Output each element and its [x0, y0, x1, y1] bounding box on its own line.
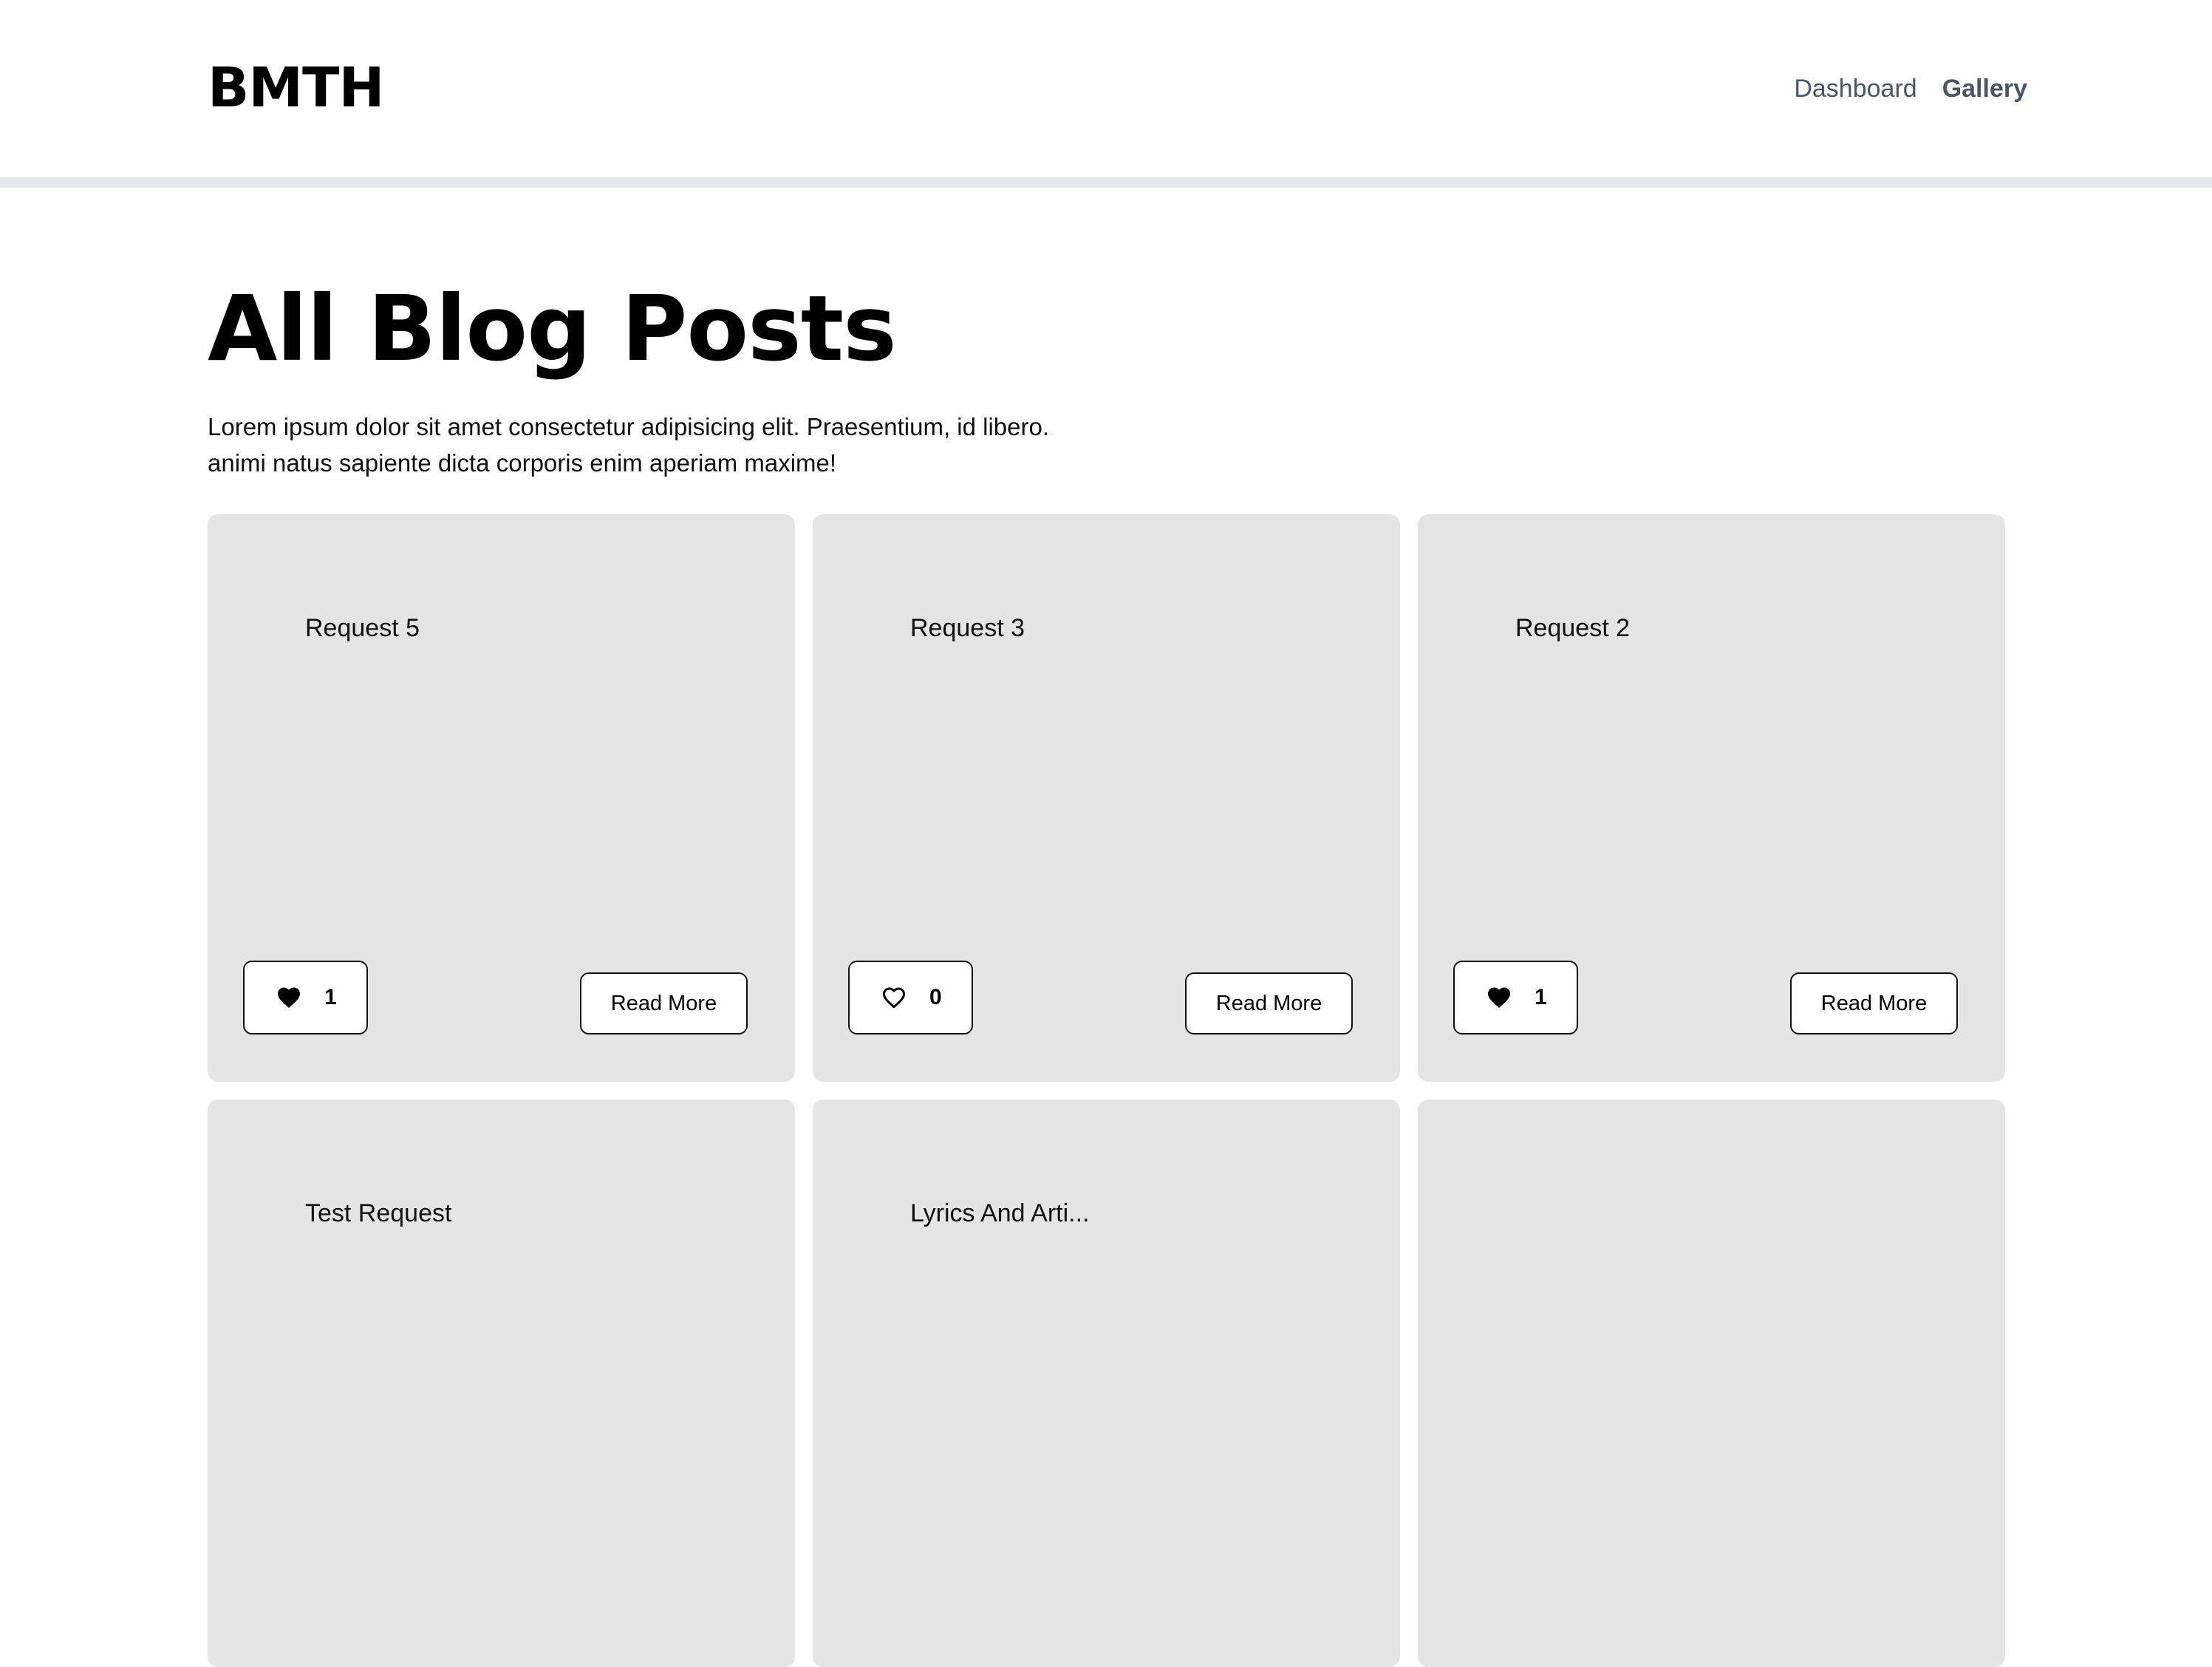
heart-filled-icon [1488, 987, 1510, 1009]
read-more-button[interactable]: Read More [1185, 972, 1353, 1034]
post-card: Lyrics And Arti... [813, 1100, 1400, 1667]
like-count: 1 [324, 985, 337, 1009]
brand-logo[interactable]: BMTH [208, 55, 384, 121]
nav-link-gallery[interactable]: Gallery [1942, 70, 2027, 107]
post-title: Request 5 [305, 614, 420, 642]
page-title: All Blog Posts [208, 276, 897, 381]
main-nav: Dashboard Gallery [1794, 70, 2027, 107]
post-card: Request 5 1 Read More [208, 514, 795, 1082]
heart-filled-icon [278, 987, 300, 1009]
page-description: Lorem ipsum dolor sit amet consectetur a… [208, 413, 1050, 477]
post-title: Lyrics And Arti... [910, 1199, 1090, 1227]
header-divider [0, 177, 2212, 188]
heart-outline-icon [883, 987, 905, 1009]
read-more-button[interactable]: Read More [580, 972, 748, 1034]
like-count: 0 [929, 985, 942, 1009]
posts-grid: Request 5 1 Read More Request 3 0 Read M… [208, 514, 2005, 1667]
post-title: Request 2 [1515, 614, 1630, 642]
post-title: Request 3 [910, 614, 1025, 642]
post-title: Test Request [305, 1199, 452, 1227]
nav-link-dashboard[interactable]: Dashboard [1794, 70, 1916, 107]
like-count: 1 [1535, 985, 1547, 1009]
like-button[interactable]: 0 [848, 961, 973, 1034]
like-button[interactable]: 1 [1453, 961, 1578, 1034]
post-card: Request 3 0 Read More [813, 514, 1400, 1082]
post-card: Request 2 1 Read More [1418, 514, 2005, 1082]
site-header: BMTH Dashboard Gallery [0, 0, 2212, 177]
read-more-button[interactable]: Read More [1790, 972, 1958, 1034]
like-button[interactable]: 1 [243, 961, 368, 1034]
post-card: Test Request [208, 1100, 795, 1667]
post-card [1418, 1100, 2005, 1667]
